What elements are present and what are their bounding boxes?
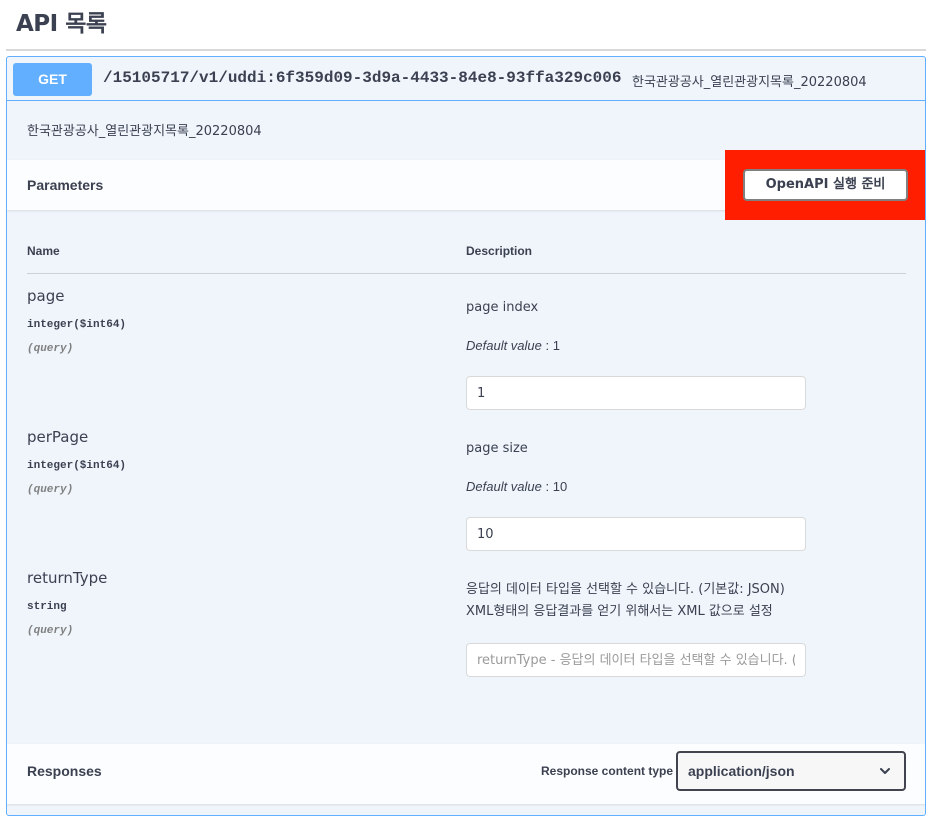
parameters-title: Parameters xyxy=(27,177,104,193)
responses-header: Responses Response content type applicat… xyxy=(7,744,925,804)
operation-description: 한국관광공사_열린관광지목록_20220804 xyxy=(27,124,262,139)
param-description-perpage: page size xyxy=(466,441,528,456)
param-location-perpage: (query) xyxy=(27,484,74,496)
default-value: : 10 xyxy=(545,479,568,494)
response-content-type-label: Response content type xyxy=(541,764,674,778)
param-type-perpage: integer($int64) xyxy=(27,460,127,472)
param-name-page: page xyxy=(27,287,65,305)
param-default-perpage: Default value : 10 xyxy=(466,479,567,494)
param-type-returntype: string xyxy=(27,601,67,613)
param-input-perpage[interactable] xyxy=(466,517,806,551)
column-header-description: Description xyxy=(466,244,533,258)
param-input-returntype[interactable] xyxy=(466,643,806,677)
title-divider xyxy=(6,49,926,51)
try-it-out-button[interactable]: OpenAPI 실행 준비 xyxy=(743,169,908,201)
endpoint-path: /15105717/v1/uddi:6f359d09-3d9a-4433-84e… xyxy=(103,69,622,87)
operation-summary[interactable]: GET /15105717/v1/uddi:6f359d09-3d9a-4433… xyxy=(7,57,925,101)
param-type-page: integer($int64) xyxy=(27,319,127,331)
http-method-badge: GET xyxy=(13,63,92,96)
default-label: Default value xyxy=(466,479,542,494)
param-name-perpage: perPage xyxy=(27,428,89,446)
responses-title: Responses xyxy=(27,763,102,779)
response-content-type-select[interactable]: application/json xyxy=(676,751,906,791)
operation-summary-text: 한국관광공사_열린관광지목록_20220804 xyxy=(632,75,867,90)
chevron-down-icon xyxy=(880,768,890,774)
default-value: : 1 xyxy=(545,338,560,353)
param-description-page: page index xyxy=(466,300,539,315)
param-default-page: Default value : 1 xyxy=(466,338,560,353)
param-name-returntype: returnType xyxy=(27,569,108,587)
response-content-type-value: application/json xyxy=(688,763,795,779)
param-input-page[interactable] xyxy=(466,376,806,410)
param-description-returntype-1: 응답의 데이터 타입을 선택할 수 있습니다. (기본값: JSON) xyxy=(466,582,785,597)
default-label: Default value xyxy=(466,338,542,353)
column-header-name: Name xyxy=(27,244,60,258)
param-location-page: (query) xyxy=(27,343,74,355)
operation-block: GET /15105717/v1/uddi:6f359d09-3d9a-4433… xyxy=(6,56,926,816)
table-header-divider xyxy=(27,273,906,274)
param-description-returntype-2: XML형태의 응답결과를 얻기 위해서는 XML 값으로 설정 xyxy=(466,604,773,619)
param-location-returntype: (query) xyxy=(27,625,74,637)
page-title: API 목록 xyxy=(16,11,107,37)
